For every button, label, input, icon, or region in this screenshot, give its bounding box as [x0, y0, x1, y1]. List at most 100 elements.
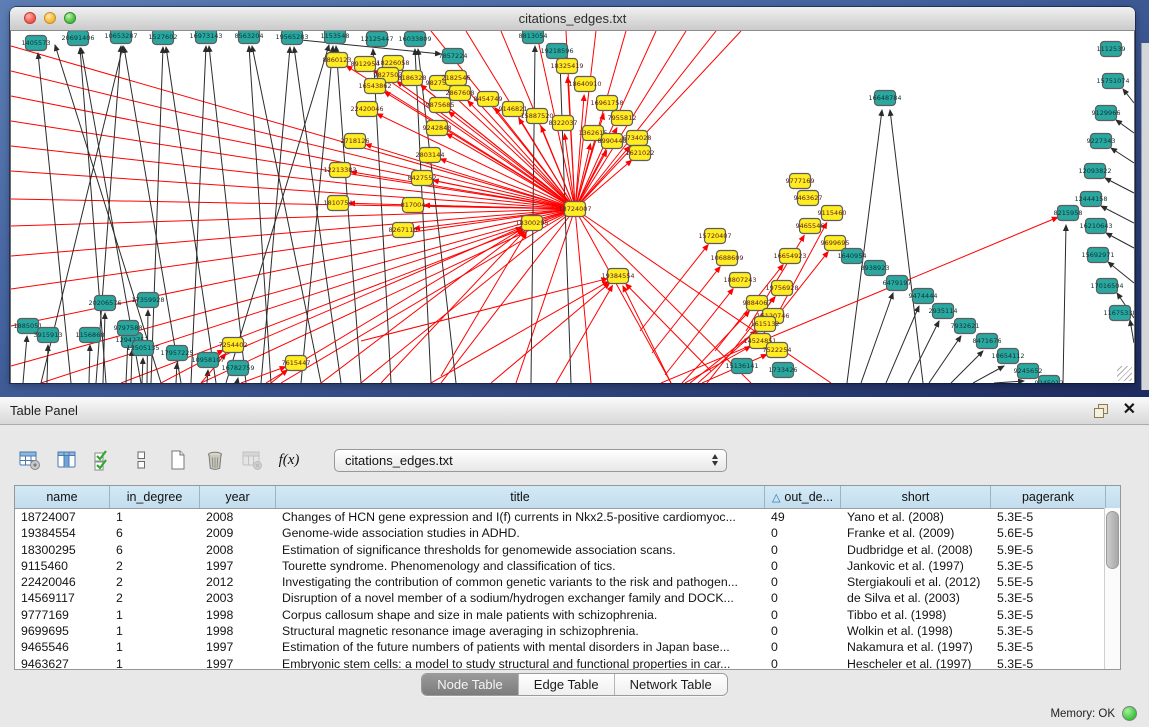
graph-edge	[89, 345, 90, 383]
table-row[interactable]: 911546021997Tourette syndrome. Phenomeno…	[15, 558, 1120, 574]
table-row[interactable]: 946362711997Embryonic stem cells: a mode…	[15, 656, 1120, 670]
resize-grip-icon[interactable]	[1117, 366, 1132, 381]
cell-short: Nakamura et al. (1997)	[841, 639, 991, 655]
cell-out_de: 0	[765, 574, 841, 590]
float-panel-icon[interactable]	[1094, 404, 1107, 417]
graph-node-label: 1156868	[76, 331, 105, 339]
table-row[interactable]: 1830029562008Estimation of significance …	[15, 542, 1120, 558]
graph-node-label: 3915913	[34, 331, 63, 339]
vertical-scrollbar[interactable]	[1104, 508, 1120, 669]
cell-year: 1997	[200, 656, 276, 670]
graph-edge	[441, 232, 526, 376]
table-panel-header: Table Panel ✕	[0, 397, 1149, 425]
cell-short: Stergiakouli et al. (2012)	[841, 574, 991, 590]
cell-pagerank: 5.3E-5	[991, 509, 1106, 525]
graph-edge	[23, 336, 27, 383]
cell-short: Yano et al. (2008)	[841, 509, 991, 525]
graph-node-label: 16648784	[868, 94, 901, 102]
graph-node-label: 9245012	[1035, 379, 1064, 383]
graph-node-label: 8938923	[861, 264, 890, 272]
cell-out_de: 0	[765, 623, 841, 639]
import-table-disabled-icon	[240, 448, 264, 472]
graph-edge	[47, 345, 48, 383]
cell-title: Estimation of the future numbers of pati…	[276, 639, 765, 655]
graph-edge	[890, 110, 923, 383]
cell-in_degree: 1	[110, 509, 200, 525]
delete-table-icon[interactable]	[203, 448, 227, 472]
tab-edge-table[interactable]: Edge Table	[519, 674, 615, 695]
graph-node-label: 9465546	[796, 222, 825, 230]
column-header-title[interactable]: title	[276, 486, 765, 508]
table-settings-icon[interactable]	[18, 448, 42, 472]
cell-name: 14569117	[15, 590, 110, 606]
graph-edge	[652, 267, 720, 353]
graph-edge	[575, 31, 596, 209]
graph-node-label: 817004	[401, 201, 426, 209]
cell-out_de: 0	[765, 607, 841, 623]
graph-node-label: 9474444	[909, 292, 938, 300]
cell-name: 18300295	[15, 542, 110, 558]
cell-year: 2008	[200, 542, 276, 558]
cell-pagerank: 5.3E-5	[991, 607, 1106, 623]
column-header-out_de[interactable]: △out_de...	[765, 486, 841, 508]
table-panel: Table Panel ✕ f(x) citations_edges.txt	[0, 397, 1149, 700]
network-graph[interactable]: 1872400718300295193845541405573206914061…	[11, 31, 1134, 383]
table-row[interactable]: 1872400712008Changes of HCN gene express…	[15, 509, 1120, 525]
graph-node-label: 15136141	[725, 362, 758, 370]
table-row[interactable]: 2242004622012Investigating the contribut…	[15, 574, 1120, 590]
graph-node-label: 9115460	[818, 209, 847, 217]
cell-in_degree: 2	[110, 590, 200, 606]
table-row[interactable]: 977716911998Corpus callosum shape and si…	[15, 607, 1120, 623]
table-panel-title: Table Panel	[10, 397, 78, 424]
cell-year: 2012	[200, 574, 276, 590]
table-toolbar: f(x) citations_edges.txt	[18, 447, 727, 473]
close-panel-icon[interactable]: ✕	[1123, 399, 1136, 419]
table-tabbar: Node TableEdge TableNetwork Table	[0, 673, 1149, 696]
column-header-pagerank[interactable]: pagerank	[991, 486, 1106, 508]
table-row[interactable]: 1456911722003Disruption of a novel membe…	[15, 590, 1120, 606]
table-row[interactable]: 969969511998Structural magnetic resonanc…	[15, 623, 1120, 639]
graph-node-label: 19218596	[540, 47, 573, 55]
column-header-year[interactable]: year	[200, 486, 276, 508]
graph-node-label: 15720407	[698, 232, 731, 240]
table-selector-dropdown[interactable]: citations_edges.txt	[334, 449, 727, 472]
graph-node-label: 9242848	[423, 124, 452, 132]
graph-node-label: 18325419	[550, 62, 583, 70]
graph-edge	[131, 350, 132, 383]
cell-pagerank: 5.9E-5	[991, 542, 1106, 558]
graph-node-label: 18807243	[723, 276, 756, 284]
graph-edge	[11, 121, 575, 209]
cell-name: 9699695	[15, 623, 110, 639]
cell-name: 9463627	[15, 656, 110, 670]
row-height-icon[interactable]	[129, 448, 153, 472]
graph-node-label: 1153548	[321, 32, 350, 40]
selection-mode-icon[interactable]	[92, 448, 116, 472]
graph-node-label: 16543862	[358, 82, 391, 90]
tab-network-table[interactable]: Network Table	[615, 674, 727, 695]
network-canvas[interactable]: 1872400718300295193845541405573206914061…	[10, 31, 1135, 383]
graph-node-label: 8427552	[408, 174, 437, 182]
graph-edge	[209, 46, 246, 383]
graph-edge	[861, 293, 893, 383]
graph-node-label: 11675338	[1103, 309, 1134, 317]
network-window-titlebar[interactable]: citations_edges.txt	[10, 7, 1135, 31]
cell-short: Dudbridge et al. (2008)	[841, 542, 991, 558]
column-header-in_degree[interactable]: in_degree	[110, 486, 200, 508]
scrollbar-thumb[interactable]	[1106, 511, 1119, 569]
graph-node-label: 9463627	[794, 194, 823, 202]
tab-node-table[interactable]: Node Table	[422, 674, 519, 695]
column-header-name[interactable]: name	[15, 486, 110, 508]
table-body: 1872400712008Changes of HCN gene express…	[15, 509, 1120, 670]
new-table-icon[interactable]	[166, 448, 190, 472]
table-row[interactable]: 946554611997Estimation of the future num…	[15, 639, 1120, 655]
cell-title: Investigating the contribution of common…	[276, 574, 765, 590]
memory-status-label: Memory: OK	[1050, 708, 1115, 720]
column-header-short[interactable]: short	[841, 486, 991, 508]
show-columns-icon[interactable]	[55, 448, 79, 472]
graph-edge	[847, 110, 882, 383]
node-table: namein_degreeyeartitle△out_de...shortpag…	[14, 485, 1121, 670]
function-builder-icon[interactable]: f(x)	[277, 448, 301, 472]
graph-edge	[11, 171, 575, 209]
graph-edge	[1063, 225, 1066, 383]
table-row[interactable]: 1938455462009Genome-wide association stu…	[15, 525, 1120, 541]
